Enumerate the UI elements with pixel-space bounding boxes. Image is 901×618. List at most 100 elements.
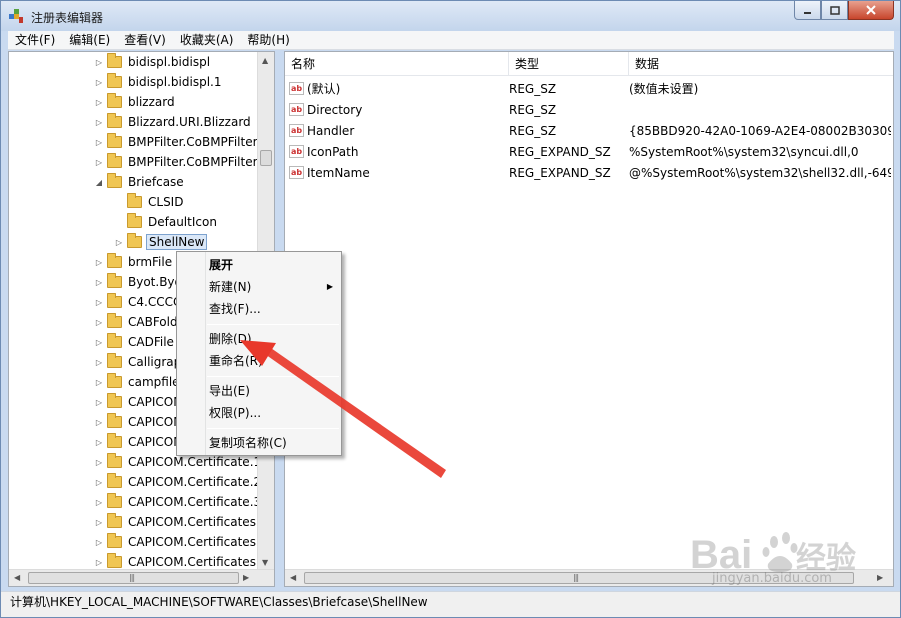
tree-item[interactable]: ▷ ShellNew [113,232,208,252]
tree-item[interactable]: ▷ Byot.Byot [93,272,189,292]
tree-vertical-scroll-thumb[interactable] [260,150,272,166]
value-row[interactable]: ab Handler REG_SZ {85BBD920-42A0-1069-A2E4-… [285,120,891,141]
expand-arrow-icon[interactable]: ▷ [93,378,105,387]
column-header-name[interactable]: 名称 [285,52,509,76]
tree-item-label: CADFile [128,335,174,349]
value-data: @%SystemRoot%\system32\shell32.dll,-6493 [629,165,891,180]
value-row[interactable]: ab (默认) REG_SZ (数值未设置) [285,78,891,99]
tree-item[interactable]: ▷ bidispl.bidispl.1 [93,72,223,92]
expand-arrow-icon[interactable]: ▷ [93,298,105,307]
close-button[interactable] [848,1,894,20]
ctx-delete[interactable]: 删除(D) [209,328,339,350]
list-scroll-right-arrow-icon[interactable]: ▶ [877,573,883,582]
expand-arrow-icon[interactable]: ▷ [93,118,105,127]
column-header-type[interactable]: 类型 [509,52,629,76]
tree-item[interactable]: ▷ CAPICOM.Certificate.3 [93,492,263,512]
svg-text:经验: 经验 [796,541,856,575]
list-scroll-left-arrow-icon[interactable]: ◀ [290,573,296,582]
expand-arrow-icon[interactable]: ▷ [113,238,125,247]
tree-item-label: DefaultIcon [148,215,217,229]
expand-arrow-icon[interactable]: ▷ [93,78,105,87]
expand-arrow-icon[interactable]: ▷ [93,458,105,467]
expand-arrow-icon[interactable]: ▷ [93,438,105,447]
tree-item[interactable]: ▷ BMPFilter.CoBMPFilter [93,132,260,152]
expand-arrow-icon[interactable]: ▷ [93,58,105,67]
expand-arrow-icon[interactable]: ▷ [93,278,105,287]
menu-edit[interactable]: 编辑(E) [62,31,117,50]
value-row[interactable]: ab IconPath REG_EXPAND_SZ %SystemRoot%\syst… [285,141,891,162]
value-list-pane[interactable]: 名称 类型 数据 ab (默认) REG_SZ (数值未设置) ab Directory R… [284,51,894,587]
expand-arrow-icon[interactable]: ▷ [93,478,105,487]
tree-item[interactable]: ◢ Briefcase [93,172,186,192]
tree-item[interactable]: ▷ CAPICOM.Certificates [93,512,258,532]
expand-arrow-icon[interactable]: ▷ [93,338,105,347]
scroll-right-arrow-icon[interactable]: ▶ [243,573,249,582]
tree-item-label: CAPICOM.Certificate.2 [128,475,262,489]
string-value-icon: ab [289,82,304,95]
scroll-up-arrow-icon[interactable]: ▲ [262,56,268,65]
menu-view[interactable]: 查看(V) [117,31,173,50]
tree-item[interactable]: CLSID [113,192,185,212]
tree-item[interactable]: ▷ CAPICOM.Certificates. [93,532,262,552]
ctx-separator [207,324,339,325]
ctx-new[interactable]: 新建(N) ▶ [209,276,339,298]
expand-arrow-icon[interactable]: ▷ [93,98,105,107]
collapse-arrow-icon[interactable]: ◢ [93,178,105,187]
tree-item[interactable]: ▷ blizzard [93,92,177,112]
tree-item-label: CAPICOM.Certificates. [128,535,260,549]
value-data: (数值未设置) [629,82,699,96]
tree-item-label: Blizzard.URI.Blizzard [128,115,251,129]
expand-arrow-icon[interactable]: ▷ [93,418,105,427]
ctx-export[interactable]: 导出(E) [209,380,339,402]
expand-arrow-icon[interactable]: ▷ [93,518,105,527]
folder-icon [107,273,122,288]
minimize-icon [804,11,811,14]
tree-horizontal-scrollbar[interactable]: ◀ ||| ▶ [9,569,274,586]
minimize-button[interactable] [794,1,821,20]
expand-arrow-icon[interactable]: ▷ [93,158,105,167]
expand-arrow-icon[interactable]: ▷ [93,398,105,407]
tree-item[interactable]: ▷ Blizzard.URI.Blizzard [93,112,253,132]
tree-item[interactable]: ▷ CAPICOM.Certificate.2 [93,472,263,492]
menu-file[interactable]: 文件(F) [8,31,62,50]
tree-item[interactable]: ▷ CADFile [93,332,176,352]
expand-arrow-icon[interactable]: ▷ [93,538,105,547]
tree-item[interactable]: ▷ campfile [93,372,182,392]
tree-item[interactable]: ▷ BMPFilter.CoBMPFilter [93,152,260,172]
expand-arrow-icon[interactable]: ▷ [93,498,105,507]
tree-item-label: bidispl.bidispl.1 [128,75,222,89]
tree-item[interactable]: ▷ CAPICOM [93,412,186,432]
tree-item[interactable]: ▷ CAPICOM [93,432,186,452]
menu-help[interactable]: 帮助(H) [240,31,296,50]
menu-favorites[interactable]: 收藏夹(A) [173,31,241,50]
maximize-button[interactable] [821,1,848,20]
ctx-expand[interactable]: 展开 [209,254,339,276]
scroll-left-arrow-icon[interactable]: ◀ [14,573,20,582]
ctx-find[interactable]: 查找(F)... [209,298,339,320]
tree-item[interactable]: ▷ brmFile [93,252,174,272]
tree-horizontal-scroll-thumb[interactable]: ||| [28,572,239,584]
folder-icon [107,133,122,148]
value-row[interactable]: ab Directory REG_SZ [285,99,891,120]
column-header-data[interactable]: 数据 [629,52,893,76]
ctx-permissions[interactable]: 权限(P)... [209,402,339,424]
window-title: 注册表编辑器 [31,11,104,25]
expand-arrow-icon[interactable]: ▷ [93,258,105,267]
tree-item[interactable]: DefaultIcon [113,212,219,232]
expand-arrow-icon[interactable]: ▷ [93,558,105,567]
folder-icon [107,73,122,88]
tree-item[interactable]: ▷ C4.CCCC [93,292,183,312]
window-controls [794,1,894,21]
tree-item[interactable]: ▷ bidispl.bidispl [93,52,212,72]
expand-arrow-icon[interactable]: ▷ [93,138,105,147]
ctx-rename[interactable]: 重命名(R) [209,350,339,372]
tree-item[interactable]: ▷ CAPICOM [93,392,186,412]
value-row[interactable]: ab ItemName REG_EXPAND_SZ @%SystemRoot%\sys… [285,162,891,183]
expand-arrow-icon[interactable]: ▷ [93,318,105,327]
ctx-separator [207,428,339,429]
ctx-copy-key-name[interactable]: 复制项名称(C) [209,432,339,454]
ctx-new-label: 新建(N) [209,280,252,294]
title-bar[interactable]: 注册表编辑器 [1,1,900,31]
expand-arrow-icon[interactable]: ▷ [93,358,105,367]
scroll-down-arrow-icon[interactable]: ▼ [262,558,268,567]
